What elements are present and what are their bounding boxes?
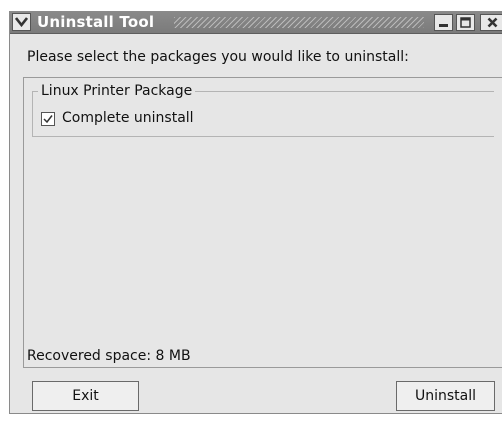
- uninstall-button[interactable]: Uninstall: [396, 381, 495, 411]
- title-bar[interactable]: Uninstall Tool: [10, 11, 502, 34]
- minimize-icon: [439, 24, 448, 27]
- uninstall-tool-window: Uninstall Tool Please select the package…: [9, 11, 502, 414]
- recovered-space-label: Recovered space: 8 MB: [27, 348, 191, 364]
- title-bar-texture: [174, 17, 424, 28]
- chevron-down-icon: [15, 17, 28, 27]
- close-button[interactable]: [480, 14, 502, 31]
- complete-uninstall-label[interactable]: Complete uninstall: [62, 108, 194, 128]
- window-menu-button[interactable]: [12, 13, 31, 31]
- maximize-button[interactable]: [456, 14, 475, 31]
- window-title: Uninstall Tool: [37, 13, 155, 31]
- package-group-title: Linux Printer Package: [38, 81, 196, 101]
- checkmark-icon: [43, 115, 53, 124]
- close-icon: [487, 17, 498, 28]
- exit-button[interactable]: Exit: [32, 381, 139, 411]
- package-group: Linux Printer Package Complete uninstall: [32, 81, 494, 137]
- instruction-label: Please select the packages you would lik…: [27, 49, 409, 65]
- maximize-icon: [460, 17, 471, 28]
- minimize-button[interactable]: [434, 14, 453, 31]
- complete-uninstall-checkbox[interactable]: [41, 112, 55, 126]
- package-list-panel: Linux Printer Package Complete uninstall: [23, 77, 502, 368]
